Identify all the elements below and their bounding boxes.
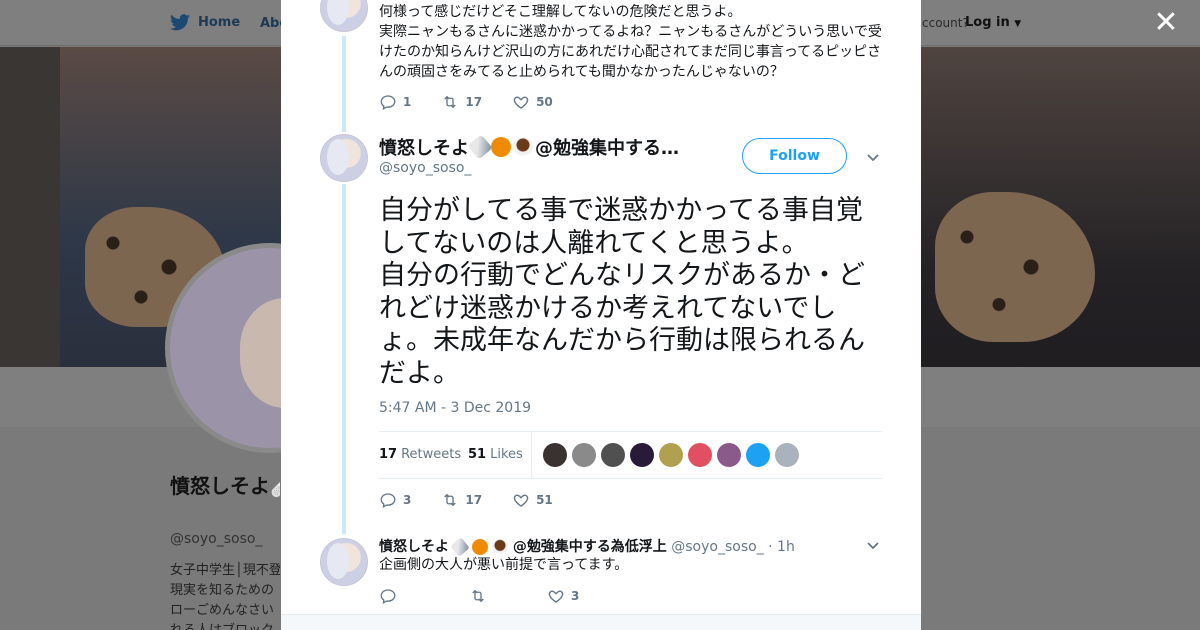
bio-line: 女子中学生│現不登 bbox=[170, 563, 280, 578]
bio-line: れる人はブロック bbox=[170, 621, 280, 630]
main-tweet-timestamp[interactable]: 5:47 AM - 3 Dec 2019 bbox=[379, 400, 531, 416]
profile-name: 憤怒しそよ🩹🍊☕@勉強集中する為 bbox=[170, 474, 280, 498]
liker-avatar[interactable] bbox=[601, 443, 625, 467]
reply-icon bbox=[380, 589, 396, 604]
reply-time[interactable]: · 1h bbox=[768, 539, 795, 555]
retweet-icon bbox=[444, 95, 457, 109]
chevron-down-icon[interactable] bbox=[865, 149, 881, 165]
prev-tweet-avatar[interactable] bbox=[320, 0, 368, 32]
display-name-text: 憤怒しそよ bbox=[379, 138, 469, 159]
liker-avatar[interactable] bbox=[717, 443, 741, 467]
like-count: 51 bbox=[536, 493, 553, 507]
reply-icon bbox=[380, 95, 396, 110]
main-tweet-display-name[interactable]: 憤怒しそよ @勉強集中する… bbox=[379, 134, 679, 160]
liker-avatar[interactable] bbox=[572, 443, 596, 467]
retweet-stat[interactable]: 17 Retweets bbox=[379, 447, 461, 462]
reply-count: 3 bbox=[403, 493, 412, 507]
retweet-stat-label: Retweets bbox=[401, 447, 462, 462]
like-button[interactable]: 51 bbox=[512, 491, 553, 509]
stats-divider bbox=[531, 432, 532, 478]
profile-handle: @soyo_soso_ bbox=[170, 531, 263, 547]
tweet-stats: 17 Retweets 51 Likes bbox=[379, 431, 882, 479]
main-tweet-avatar[interactable] bbox=[320, 134, 368, 182]
retweet-icon bbox=[444, 493, 457, 507]
login-dropdown[interactable]: Log in ▼ bbox=[965, 15, 1021, 30]
liker-avatar[interactable] bbox=[688, 443, 712, 467]
bandage-icon bbox=[450, 537, 471, 557]
close-modal-button[interactable]: ✕ bbox=[1152, 8, 1180, 38]
orange-icon bbox=[471, 539, 488, 555]
heart-icon bbox=[513, 96, 529, 109]
reply-handle[interactable]: @soyo_soso_ bbox=[671, 539, 763, 555]
bio-line: ローごめんなさい bbox=[170, 603, 275, 618]
reply-tweet-actions: 3 bbox=[379, 587, 609, 605]
like-stat-count: 51 bbox=[468, 447, 487, 462]
thread-line-top bbox=[342, 36, 346, 132]
reply-button[interactable]: 3 bbox=[379, 491, 411, 509]
like-count: 50 bbox=[536, 95, 553, 109]
reply-button[interactable]: 1 bbox=[379, 93, 411, 111]
liker-avatar[interactable] bbox=[630, 443, 654, 467]
like-count: 3 bbox=[571, 589, 580, 603]
retweet-button[interactable]: 17 bbox=[441, 93, 482, 111]
login-label: Log in bbox=[965, 15, 1010, 30]
retweet-button[interactable] bbox=[469, 587, 493, 605]
reply-tweet-header: 憤怒しそよ @勉強集中する為低浮上 @soyo_soso_ · 1h bbox=[379, 536, 795, 557]
nav-account-text: ccount? bbox=[922, 16, 969, 30]
main-tweet-text: 自分がしてる事で迷惑かかってる事自覚してないのは人離れてくと思うよ。 自分の行動… bbox=[379, 195, 865, 389]
main-tweet-actions: 3 17 51 bbox=[379, 491, 583, 509]
reply-display-name[interactable]: 憤怒しそよ bbox=[379, 539, 449, 555]
thread-line-main bbox=[342, 184, 346, 534]
nav-home-label: Home bbox=[198, 15, 241, 30]
display-name-suffix: @勉強集中する… bbox=[535, 138, 679, 159]
coffee-icon bbox=[513, 137, 533, 157]
like-button[interactable]: 3 bbox=[547, 587, 579, 605]
reply-display-name-suffix[interactable]: @勉強集中する為低浮上 bbox=[513, 539, 667, 555]
bio-line: 現実を知るための bbox=[170, 583, 275, 598]
tweet-permalink-modal: 何様って感じだけどそこ理解してないの危険だと思うよ。 実際ニャンもるさんに迷惑か… bbox=[281, 0, 921, 630]
liker-avatar[interactable] bbox=[543, 443, 567, 467]
coffee-icon bbox=[492, 539, 509, 555]
liker-avatar[interactable] bbox=[746, 443, 770, 467]
orange-icon bbox=[491, 137, 511, 157]
liker-avatar[interactable] bbox=[659, 443, 683, 467]
liker-avatar[interactable] bbox=[775, 443, 799, 467]
prev-tweet-actions: 1 17 50 bbox=[379, 93, 583, 111]
reply-tweet-text: 企画側の大人が悪い前提で言ってます。 bbox=[379, 557, 629, 573]
main-tweet-handle[interactable]: @soyo_soso_ bbox=[379, 160, 471, 176]
retweet-count: 17 bbox=[465, 95, 483, 109]
heart-icon bbox=[513, 494, 529, 507]
like-stat[interactable]: 51 Likes bbox=[468, 447, 523, 462]
nav-home-link[interactable]: Home bbox=[170, 14, 240, 31]
retweet-icon bbox=[472, 589, 484, 603]
reply-button[interactable] bbox=[379, 587, 403, 605]
twitter-bird-icon bbox=[170, 14, 190, 31]
retweet-count: 17 bbox=[465, 493, 483, 507]
prev-tweet-text: 何様って感じだけどそこ理解してないの危険だと思うよ。 実際ニャンもるさんに迷惑か… bbox=[379, 4, 882, 80]
retweet-stat-count: 17 bbox=[379, 447, 398, 462]
bandage-icon bbox=[467, 134, 493, 160]
profile-bio: 女子中学生│現不登 現実を知るための ローごめんなさい れる人はブロック bbox=[170, 561, 280, 630]
retweet-button[interactable]: 17 bbox=[441, 491, 482, 509]
reply-count: 1 bbox=[403, 95, 412, 109]
like-button[interactable]: 50 bbox=[512, 93, 553, 111]
heart-icon bbox=[548, 590, 564, 603]
follow-button[interactable]: Follow bbox=[742, 138, 847, 174]
chevron-down-icon[interactable] bbox=[865, 537, 881, 553]
reply-icon bbox=[380, 493, 396, 508]
reply-tweet-avatar[interactable] bbox=[320, 538, 368, 586]
modal-footer bbox=[281, 614, 921, 630]
caret-down-icon: ▼ bbox=[1014, 19, 1022, 29]
like-stat-label: Likes bbox=[490, 447, 523, 462]
